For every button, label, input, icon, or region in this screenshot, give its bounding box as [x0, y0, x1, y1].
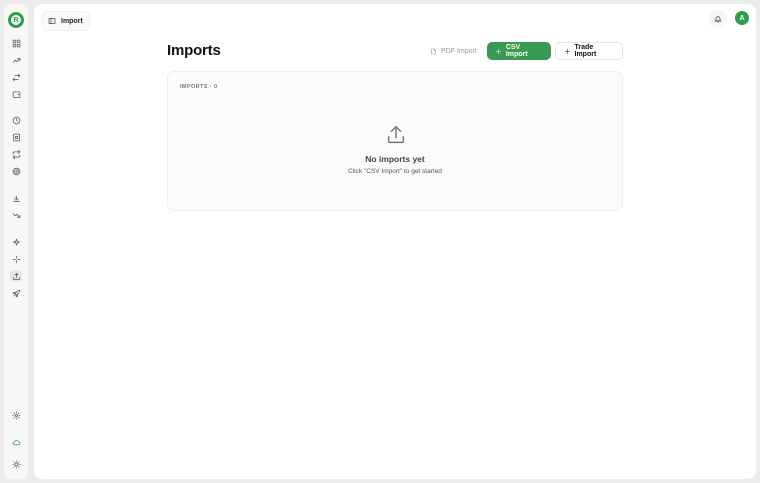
trending-down-icon	[12, 212, 20, 218]
logo-letter: R	[11, 15, 21, 25]
wallet-icon	[12, 91, 20, 98]
history-icon	[12, 116, 20, 124]
bar-chart-icon	[12, 195, 20, 202]
sidebar-item-sync[interactable]	[10, 436, 22, 448]
imports-count-label: IMPORTS · 0	[180, 84, 218, 90]
cloud-icon	[12, 439, 20, 445]
report-icon	[12, 133, 20, 141]
plus-icon	[495, 48, 501, 54]
sidebar-item-performance[interactable]	[10, 54, 22, 66]
notifications-button[interactable]	[709, 10, 727, 28]
csv-import-button[interactable]: CSV Import	[487, 42, 551, 60]
avatar[interactable]: A	[735, 11, 749, 25]
csv-import-label: CSV Import	[505, 44, 528, 58]
sidebar-item-settings[interactable]	[10, 409, 22, 421]
trade-import-button[interactable]: Trade Import	[555, 42, 623, 60]
breadcrumb-label: Import	[61, 17, 83, 25]
sidebar-item-recurring[interactable]	[10, 148, 22, 160]
upload-icon	[385, 124, 407, 146]
imports-panel: IMPORTS · 0 No imports yet Click "CSV Im…	[167, 71, 623, 211]
settings-icon	[11, 410, 21, 420]
sidebar-item-reports[interactable]	[10, 131, 22, 143]
theme-sun-icon	[11, 459, 21, 469]
plus-icon	[564, 48, 570, 54]
sidebar: R	[4, 4, 28, 479]
transfer-icon	[12, 73, 20, 81]
breadcrumb[interactable]: Import	[42, 11, 90, 31]
sidebar-item-insights[interactable]	[10, 236, 22, 248]
sidebar-item-theme[interactable]	[10, 458, 22, 470]
empty-state-subtitle: Click "CSV Import" to get started	[348, 168, 442, 175]
sidebar-item-activity[interactable]	[10, 253, 22, 265]
sparkles-icon	[12, 238, 20, 245]
sidebar-item-trends[interactable]	[10, 209, 22, 221]
sidebar-item-goals[interactable]	[10, 165, 22, 177]
trending-up-icon	[12, 57, 20, 63]
sidebar-item-history[interactable]	[10, 114, 22, 126]
empty-state-title: No imports yet	[365, 154, 425, 164]
target-icon	[12, 167, 20, 175]
sidebar-item-wallet[interactable]	[10, 88, 22, 100]
pdf-import-button[interactable]: PDF Import	[422, 42, 485, 60]
sidebar-item-analytics[interactable]	[10, 192, 22, 204]
file-icon	[431, 48, 436, 54]
activity-icon	[12, 255, 20, 263]
sidebar-item-dashboard[interactable]	[10, 37, 22, 49]
main-panel: Import A Imports PDF Import CSV Import T…	[34, 4, 756, 479]
trade-import-label: Trade Import	[574, 44, 597, 58]
sidebar-item-launch[interactable]	[10, 287, 22, 299]
dashboard-icon	[12, 39, 20, 47]
page-title: Imports	[167, 42, 221, 59]
upload-icon	[12, 272, 20, 280]
repeat-icon	[12, 149, 20, 159]
rocket-icon	[12, 289, 20, 297]
app-logo[interactable]: R	[8, 12, 24, 28]
bell-icon	[714, 16, 722, 23]
pdf-import-label: PDF Import	[441, 47, 477, 55]
sidebar-toggle-icon	[48, 18, 56, 24]
sidebar-item-import[interactable]	[10, 270, 22, 282]
sidebar-item-transactions[interactable]	[10, 71, 22, 83]
